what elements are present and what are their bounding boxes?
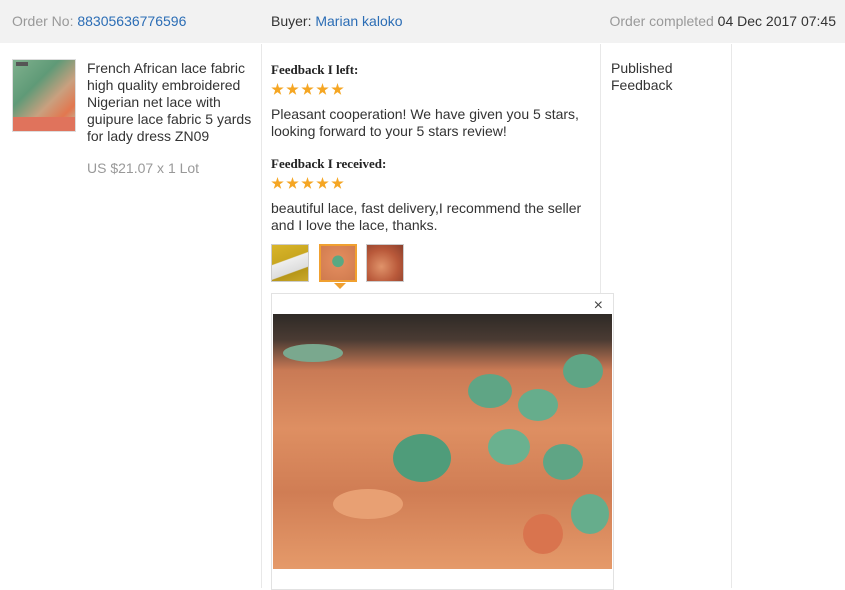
buyer-group: Buyer: Marian kaloko <box>271 0 403 43</box>
feedback-left-text: Pleasant cooperation! We have given you … <box>271 106 579 139</box>
buyer-name-link[interactable]: Marian kaloko <box>315 13 402 29</box>
photo-viewer: × <box>271 293 614 590</box>
buyer-label: Buyer: <box>271 13 312 29</box>
close-icon[interactable]: × <box>594 297 603 315</box>
feedback-photo-large <box>273 314 612 569</box>
order-number-group: Order No: 88305636776596 <box>12 0 186 43</box>
star-icon <box>271 83 284 95</box>
star-icon <box>271 177 284 189</box>
order-number-link[interactable]: 88305636776596 <box>77 13 186 29</box>
order-completed-date: 04 Dec 2017 07:45 <box>717 13 836 29</box>
feedback-left-stars <box>271 83 346 96</box>
feedback-photo-thumbnail[interactable] <box>366 244 404 282</box>
star-icon <box>331 177 344 189</box>
product-thumbnail[interactable] <box>12 59 76 132</box>
star-icon <box>286 177 299 189</box>
star-icon <box>301 83 314 95</box>
selected-photo-caret-icon <box>334 283 346 289</box>
feedback-received-text: beautiful lace, fast delivery,I recommen… <box>271 200 582 233</box>
product-title-link[interactable]: French African lace fabric high quality … <box>87 60 257 145</box>
feedback-photo-thumbnail[interactable] <box>271 244 309 282</box>
thumbnail-tag <box>16 62 28 66</box>
order-number-label: Order No: <box>12 13 74 29</box>
star-icon <box>316 83 329 95</box>
feedback-status: Published Feedback <box>611 60 673 93</box>
feedback-received-stars <box>271 177 346 190</box>
star-icon <box>301 177 314 189</box>
feedback-left-label: Feedback I left: <box>271 62 359 77</box>
feedback-photo-thumbnail-selected[interactable] <box>319 244 357 282</box>
star-icon <box>331 83 344 95</box>
order-header: Order No: 88305636776596 Buyer: Marian k… <box>0 0 845 43</box>
thumbnail-lace-edge <box>13 117 75 131</box>
star-icon <box>286 83 299 95</box>
feedback-received-label: Feedback I received: <box>271 156 387 171</box>
order-status: Order completed 04 Dec 2017 07:45 <box>610 0 837 43</box>
order-status-label: Order completed <box>609 13 714 29</box>
column-divider <box>261 44 262 588</box>
product-price: US $21.07 x 1 Lot <box>87 160 200 176</box>
column-divider <box>731 44 732 588</box>
star-icon <box>316 177 329 189</box>
